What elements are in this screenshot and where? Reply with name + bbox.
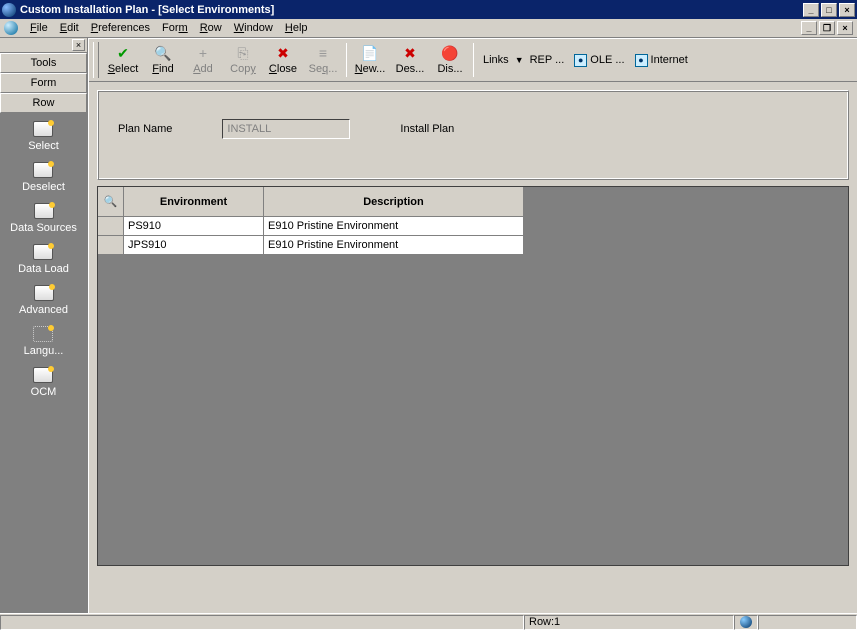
links-dropdown-icon[interactable]: ▼ <box>515 55 524 65</box>
sidebar-action-select[interactable]: Select <box>28 121 59 152</box>
menu-window[interactable]: Window <box>228 20 279 36</box>
grid-row-header[interactable] <box>98 236 124 255</box>
menu-help[interactable]: Help <box>279 20 314 36</box>
install-plan-label: Install Plan <box>400 123 454 135</box>
toolbar-find-button[interactable]: 🔍Find <box>143 40 183 80</box>
menu-preferences[interactable]: Preferences <box>85 20 156 36</box>
sidebar: × Tools Form Row Select Deselect Data So… <box>0 38 88 613</box>
grid-cell-desc[interactable]: E910 Pristine Environment <box>264 236 524 255</box>
deselect-icon <box>33 162 53 178</box>
title-bar: Custom Installation Plan - [Select Envir… <box>0 0 857 19</box>
data-sources-icon <box>34 203 54 219</box>
grid-row[interactable]: PS910 E910 Pristine Environment <box>98 217 848 236</box>
app-icon <box>2 3 16 17</box>
select-icon <box>33 121 53 137</box>
status-row: Row:1 <box>524 615 734 630</box>
form-panel: Plan Name Install Plan <box>97 90 849 180</box>
toolbar-grip <box>93 42 99 78</box>
toolbar-separator-2 <box>473 43 474 77</box>
find-icon: 🔍 <box>155 45 171 61</box>
mdi-restore-button[interactable]: ❐ <box>819 21 835 35</box>
language-icon <box>33 326 53 342</box>
menu-form[interactable]: Form <box>156 20 194 36</box>
grid-header-environment[interactable]: Environment <box>124 187 264 217</box>
link-rep[interactable]: REP ... <box>530 54 565 66</box>
copy-icon: ⎘ <box>235 45 251 61</box>
status-bar: Row:1 <box>0 613 857 630</box>
data-load-icon <box>33 244 53 260</box>
sidebar-action-language[interactable]: Langu... <box>24 326 64 357</box>
link-internet[interactable]: ●Internet <box>635 54 688 67</box>
window-title: Custom Installation Plan - [Select Envir… <box>20 4 803 16</box>
sidebar-tab-tools[interactable]: Tools <box>0 53 87 73</box>
sidebar-tab-form[interactable]: Form <box>0 73 87 93</box>
menu-row[interactable]: Row <box>194 20 228 36</box>
menu-bar: File Edit Preferences Form Row Window He… <box>0 19 857 38</box>
x-icon: ✖ <box>275 45 291 61</box>
mdi-minimize-button[interactable]: _ <box>801 21 817 35</box>
ocm-icon <box>33 367 53 383</box>
sidebar-close-button[interactable]: × <box>72 39 85 51</box>
toolbar-separator <box>346 43 347 77</box>
mdi-close-button[interactable]: × <box>837 21 853 35</box>
plan-name-input[interactable] <box>222 119 350 139</box>
ole-icon: ● <box>574 54 587 67</box>
menu-edit[interactable]: Edit <box>54 20 85 36</box>
toolbar: ✔Select 🔍Find +Add ⎘Copy ✖Close ≡Seq... … <box>89 38 857 82</box>
grid-header-description[interactable]: Description <box>264 187 524 217</box>
seq-icon: ≡ <box>315 45 331 61</box>
link-ole[interactable]: ●OLE ... <box>574 54 624 67</box>
toolbar-select-button[interactable]: ✔Select <box>103 40 143 80</box>
grid-row-header[interactable] <box>98 217 124 236</box>
des-icon: ✖ <box>402 45 418 61</box>
sidebar-action-data-load[interactable]: Data Load <box>18 244 69 275</box>
sidebar-action-advanced[interactable]: Advanced <box>19 285 68 316</box>
toolbar-seq-button: ≡Seq... <box>303 40 343 80</box>
links-label: Links <box>483 54 509 66</box>
system-menu-icon[interactable] <box>4 21 18 35</box>
sidebar-action-ocm[interactable]: OCM <box>31 367 57 398</box>
main-area: ✔Select 🔍Find +Add ⎘Copy ✖Close ≡Seq... … <box>88 38 857 613</box>
toolbar-des-button[interactable]: ✖Des... <box>390 40 430 80</box>
plan-name-label: Plan Name <box>118 123 172 135</box>
advanced-icon <box>34 285 54 301</box>
check-icon: ✔ <box>115 45 131 61</box>
sidebar-action-data-sources[interactable]: Data Sources <box>10 203 77 234</box>
grid-cell-desc[interactable]: E910 Pristine Environment <box>264 217 524 236</box>
toolbar-close-button[interactable]: ✖Close <box>263 40 303 80</box>
sidebar-tab-row[interactable]: Row <box>0 93 87 113</box>
status-pane-1 <box>0 615 524 630</box>
sidebar-action-deselect[interactable]: Deselect <box>22 162 65 193</box>
data-grid[interactable]: 🔍 Environment Description PS910 E910 Pri… <box>97 186 849 566</box>
dis-icon: 🔴 <box>442 45 458 61</box>
internet-icon: ● <box>635 54 648 67</box>
close-button[interactable]: × <box>839 3 855 17</box>
maximize-button[interactable]: □ <box>821 3 837 17</box>
toolbar-new-button[interactable]: 📄New... <box>350 40 390 80</box>
grid-select-header[interactable]: 🔍 <box>98 187 124 217</box>
grid-cell-env[interactable]: JPS910 <box>124 236 264 255</box>
toolbar-add-button: +Add <box>183 40 223 80</box>
toolbar-copy-button: ⎘Copy <box>223 40 263 80</box>
sidebar-header: × <box>0 38 87 53</box>
plus-icon: + <box>195 45 211 61</box>
grid-row[interactable]: JPS910 E910 Pristine Environment <box>98 236 848 255</box>
globe-icon <box>740 616 752 628</box>
new-icon: 📄 <box>362 45 378 61</box>
minimize-button[interactable]: _ <box>803 3 819 17</box>
toolbar-dis-button[interactable]: 🔴Dis... <box>430 40 470 80</box>
grid-cell-env[interactable]: PS910 <box>124 217 264 236</box>
status-pane-4 <box>758 615 857 630</box>
menu-file[interactable]: File <box>24 20 54 36</box>
status-globe <box>734 615 758 630</box>
